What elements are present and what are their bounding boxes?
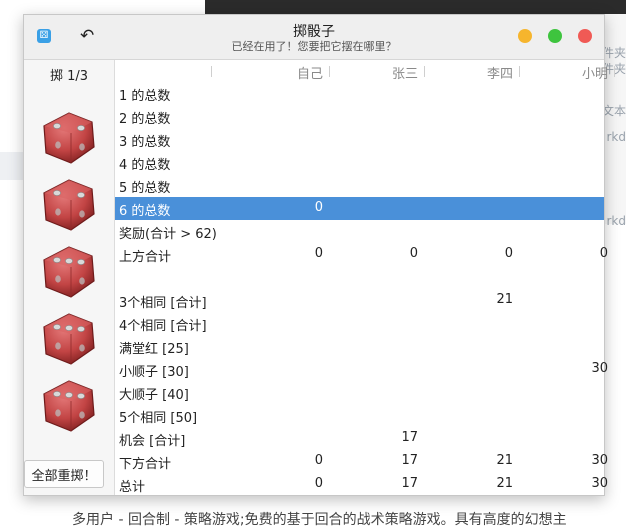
score-cell[interactable]: 21	[424, 476, 513, 491]
minimize-button[interactable]	[518, 29, 532, 43]
score-row[interactable]: 大顺子 [40]	[115, 381, 604, 404]
maximize-button[interactable]	[548, 29, 562, 43]
score-cell[interactable]: 17	[329, 453, 418, 468]
score-row[interactable]: 2 的总数	[115, 105, 604, 128]
background-dark-panel	[205, 0, 626, 14]
score-row[interactable]: 奖励(合计 > 62)	[115, 220, 604, 243]
score-category-label: 3个相同 [合计]	[119, 292, 207, 311]
background-fragment: rkd	[607, 130, 626, 144]
window-subtitle: 已经在用了！您要把它摆在哪里？	[24, 38, 604, 54]
score-table-header: 自己 张三 李四 小明	[115, 60, 604, 82]
score-row[interactable]: 5 的总数	[115, 174, 604, 197]
score-category-label: 上方合计	[119, 246, 171, 265]
score-cell[interactable]: 0	[211, 453, 323, 468]
die-icon[interactable]	[40, 109, 98, 167]
score-category-label: 机会 [合计]	[119, 430, 185, 449]
score-category-label: 6 的总数	[119, 200, 170, 219]
dice-sidebar: 掷 1/3	[24, 60, 115, 495]
reroll-all-button[interactable]: 全部重掷！	[24, 460, 104, 488]
score-row[interactable]: 总计0172130	[115, 473, 604, 496]
score-category-label: 4 的总数	[119, 154, 170, 173]
score-category-label: 5个相同 [50]	[119, 407, 197, 426]
score-cell[interactable]: 21	[424, 453, 513, 468]
score-category-label: 满堂红 [25]	[119, 338, 189, 357]
score-cell[interactable]: 0	[211, 200, 323, 215]
background-file-list: 件夹 件夹 文本 rkd rkd	[603, 14, 626, 224]
close-button[interactable]	[578, 29, 592, 43]
score-category-label: 2 的总数	[119, 108, 170, 127]
player-header[interactable]: 张三	[329, 63, 418, 82]
score-category-label: 5 的总数	[119, 177, 170, 196]
column-separator	[614, 66, 615, 77]
score-row[interactable]: 1 的总数	[115, 82, 604, 105]
score-row[interactable]: 上方合计0000	[115, 243, 604, 266]
score-row[interactable]: 3个相同 [合计] 21	[115, 289, 604, 312]
score-category-label: 总计	[119, 476, 145, 495]
score-category-label: 大顺子 [40]	[119, 384, 189, 403]
score-row-selected[interactable]: 6 的总数 0	[115, 197, 604, 220]
score-category-label: 奖励(合计 > 62)	[119, 223, 217, 242]
score-row[interactable]: 4个相同 [合计]	[115, 312, 604, 335]
score-cell[interactable]: 0	[519, 246, 608, 261]
background-footer-text: 多用户 - 回合制 - 策略游戏;免费的基于回合的战术策略游戏。具有高度的幻想主	[72, 509, 567, 529]
roll-counter: 掷 1/3	[24, 65, 114, 84]
die-icon[interactable]	[40, 310, 98, 368]
title-bar: ⚄ ↶ 掷骰子 已经在用了！您要把它摆在哪里？	[24, 15, 604, 60]
score-cell[interactable]: 17	[329, 476, 418, 491]
background-fragment: 文本	[602, 102, 626, 119]
score-category-label: 4个相同 [合计]	[119, 315, 207, 334]
score-cell[interactable]: 0	[424, 246, 513, 261]
score-table: 自己 张三 李四 小明 1 的总数2 的总数3 的总数4 的总数5 的总数6 的…	[115, 60, 604, 495]
score-category-label: 1 的总数	[119, 85, 170, 104]
score-row[interactable]: 5个相同 [50]	[115, 404, 604, 427]
score-row[interactable]	[115, 266, 604, 289]
score-cell[interactable]: 17	[329, 430, 418, 445]
die-icon[interactable]	[40, 377, 98, 435]
score-row[interactable]: 下方合计0172130	[115, 450, 604, 473]
score-category-label: 下方合计	[119, 453, 171, 472]
score-cell[interactable]: 30	[519, 476, 608, 491]
score-row[interactable]: 4 的总数	[115, 151, 604, 174]
background-fragment: rkd	[607, 214, 626, 228]
die-icon[interactable]	[40, 176, 98, 234]
player-header[interactable]: 小明	[519, 63, 608, 82]
score-cell[interactable]: 0	[211, 476, 323, 491]
player-header[interactable]: 李四	[424, 63, 513, 82]
score-category-label: 小顺子 [30]	[119, 361, 189, 380]
score-cell[interactable]: 21	[424, 292, 513, 307]
score-row[interactable]: 3 的总数	[115, 128, 604, 151]
score-category-label: 3 的总数	[119, 131, 170, 150]
dice-game-window: ⚄ ↶ 掷骰子 已经在用了！您要把它摆在哪里？ 掷 1/3	[23, 14, 605, 496]
die-icon[interactable]	[40, 243, 98, 301]
score-row[interactable]: 机会 [合计] 17	[115, 427, 604, 450]
background-fragment: 件夹	[602, 44, 626, 61]
score-cell[interactable]: 0	[211, 246, 323, 261]
score-cell[interactable]: 0	[329, 246, 418, 261]
score-cell[interactable]: 30	[519, 453, 608, 468]
score-row[interactable]: 小顺子 [30]30	[115, 358, 604, 381]
player-header[interactable]: 自己	[211, 63, 323, 82]
score-row[interactable]: 满堂红 [25]	[115, 335, 604, 358]
score-cell[interactable]: 30	[519, 361, 608, 376]
